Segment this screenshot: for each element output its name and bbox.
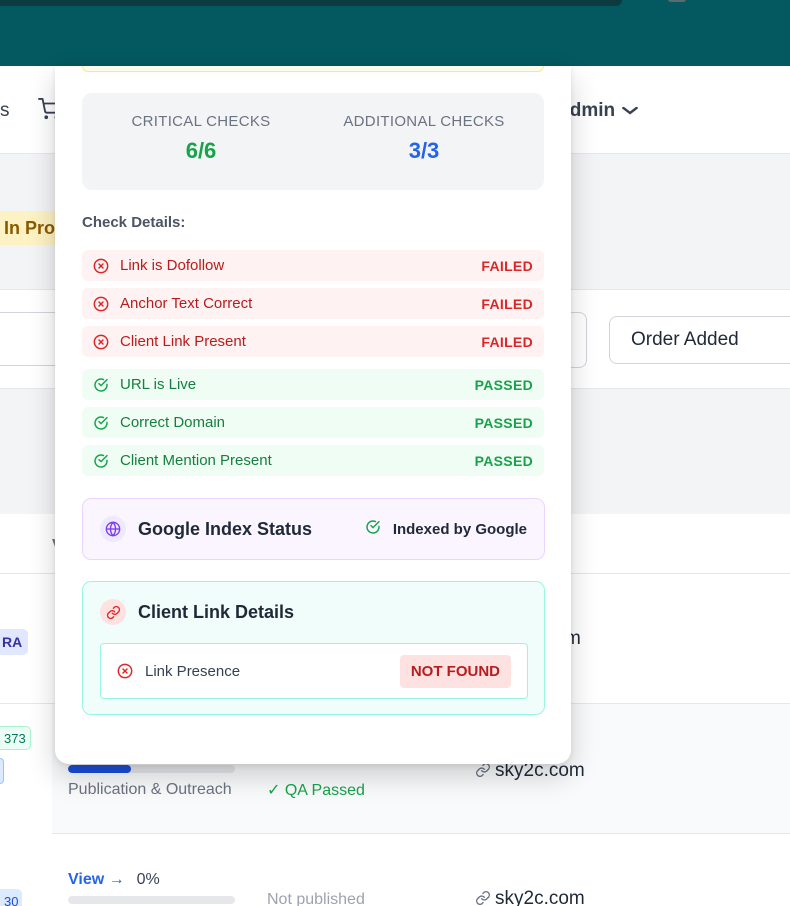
link-icon	[475, 762, 491, 781]
chevron-down-icon	[621, 103, 639, 119]
qa-status: ✓ QA Passed	[267, 782, 365, 799]
check-row: Client Mention Present PASSED	[82, 445, 544, 476]
check-circle-icon	[365, 519, 381, 539]
check-row: URL is Live PASSED	[82, 369, 544, 400]
x-circle-icon	[93, 334, 109, 350]
check-name: Anchor Text Correct	[120, 295, 253, 312]
type-badge	[0, 758, 4, 784]
client-link-header: Client Link Details	[100, 599, 294, 625]
critical-checks: CRITICAL CHECKS 6/6	[82, 113, 320, 164]
x-circle-icon	[117, 663, 133, 679]
check-circle-icon	[93, 377, 109, 393]
link-presence-status: NOT FOUND	[399, 654, 511, 688]
row-left-cell	[0, 704, 52, 834]
link-presence-row: Link Presence NOT FOUND	[100, 643, 528, 699]
popover-top-banner	[82, 66, 544, 72]
google-index-title: Google Index Status	[138, 518, 313, 539]
check-circle-icon	[93, 453, 109, 469]
check-name: Correct Domain	[120, 414, 226, 431]
publish-status: Not published	[267, 891, 365, 906]
client-link-title: Client Link Details	[138, 601, 295, 622]
phase-label: Publication & Outreach	[68, 781, 232, 798]
check-result: FAILED	[481, 257, 533, 274]
check-result: FAILED	[481, 295, 533, 312]
qa-check-popover: CRITICAL CHECKS 6/6 ADDITIONAL CHECKS 3/…	[55, 66, 571, 764]
metric-badge: 30	[0, 889, 23, 906]
check-row: Link is Dofollow FAILED	[82, 250, 544, 281]
progress-bar	[68, 765, 235, 773]
sort-select[interactable]: Order Added	[609, 316, 790, 364]
x-circle-icon	[93, 296, 109, 312]
google-index-card: Google Index Status Indexed by Google	[82, 498, 545, 560]
check-name: Client Link Present	[120, 333, 246, 350]
check-details-title: Check Details:	[82, 214, 186, 231]
check-row: Anchor Text Correct FAILED	[82, 288, 544, 319]
client-link-card: Client Link Details Link Presence NOT FO…	[82, 581, 545, 715]
check-name: URL is Live	[120, 376, 197, 393]
progress-percent: 0%	[136, 871, 160, 888]
x-circle-icon	[93, 258, 109, 274]
globe-icon	[100, 516, 126, 542]
check-result: PASSED	[474, 452, 533, 469]
critical-checks-label: CRITICAL CHECKS	[131, 113, 271, 130]
check-name: Link is Dofollow	[120, 257, 225, 274]
google-index-status: Indexed by Google	[365, 519, 527, 539]
progress-bar	[68, 896, 235, 904]
check-result: PASSED	[474, 414, 533, 431]
additional-checks: ADDITIONAL CHECKS 3/3	[313, 113, 535, 164]
view-link[interactable]: View →	[68, 871, 125, 889]
domain-text: sky2c.com	[495, 888, 585, 906]
check-row: Correct Domain PASSED	[82, 407, 544, 438]
progress-fill	[68, 765, 132, 773]
row-actions: View → 0%	[68, 871, 160, 889]
link-icon	[475, 890, 491, 906]
additional-checks-value: 3/3	[408, 138, 440, 163]
check-row: Client Link Present FAILED	[82, 326, 544, 357]
top-bar	[0, 0, 790, 66]
additional-checks-label: ADDITIONAL CHECKS	[343, 113, 505, 130]
check-summary: CRITICAL CHECKS 6/6 ADDITIONAL CHECKS 3/…	[82, 93, 544, 190]
top-bar-avatar[interactable]	[668, 0, 686, 2]
check-name: Client Mention Present	[120, 452, 272, 469]
top-bar-inner	[0, 0, 622, 6]
link-icon	[100, 599, 126, 625]
tier-badge: RA	[0, 629, 29, 655]
domain-link[interactable]: sky2c.com	[475, 888, 585, 906]
check-result: PASSED	[474, 376, 533, 393]
metric-badge: 373	[0, 726, 31, 750]
critical-checks-value: 6/6	[185, 138, 217, 163]
nav-item-partial[interactable]: s	[0, 100, 10, 122]
link-presence-label: Link Presence	[145, 662, 241, 680]
google-index-status-text: Indexed by Google	[392, 520, 527, 538]
check-result: FAILED	[481, 333, 533, 350]
check-circle-icon	[93, 415, 109, 431]
